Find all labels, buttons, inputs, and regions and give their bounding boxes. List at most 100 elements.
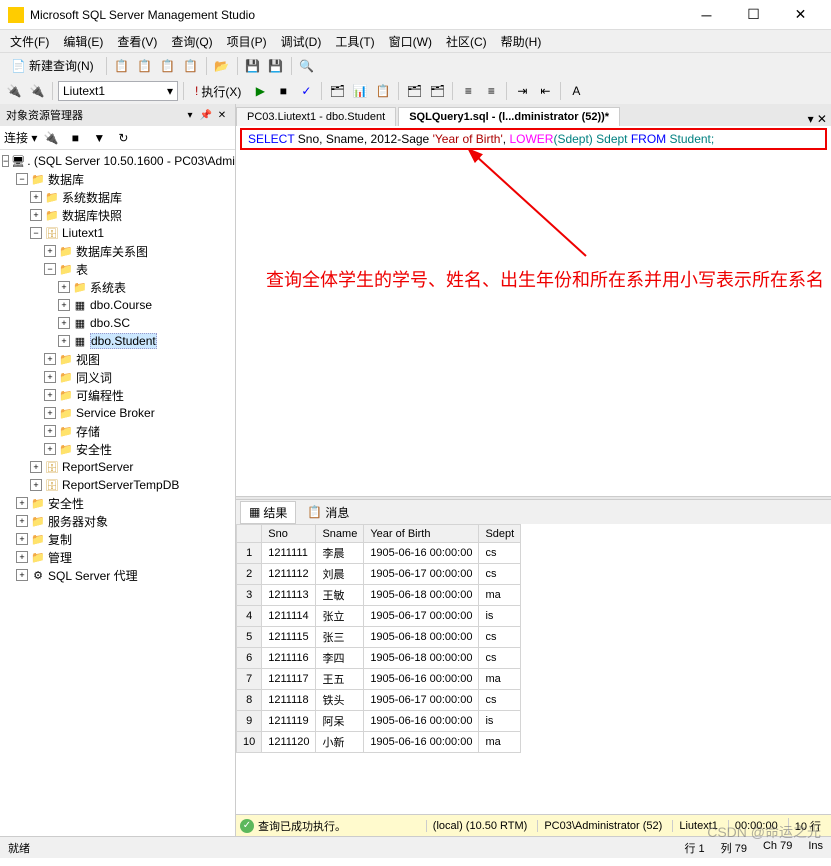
tree-toggle[interactable]: − bbox=[30, 227, 42, 239]
tab-messages[interactable]: 📋消息 bbox=[298, 501, 358, 524]
tree-db-security[interactable]: 安全性 bbox=[76, 441, 112, 458]
save-all-button[interactable]: 💾 bbox=[266, 56, 286, 76]
table-row[interactable]: 2 1211112 刘晨 1905-06-17 00:00:00 cs bbox=[237, 564, 521, 585]
tree-db-liutext1[interactable]: Liutext1 bbox=[62, 226, 104, 240]
filter-icon[interactable]: ▼ bbox=[89, 128, 109, 148]
tree-replication[interactable]: 复制 bbox=[48, 531, 72, 548]
tree-storage[interactable]: 存储 bbox=[76, 423, 100, 440]
tree-server[interactable]: . (SQL Server 10.50.1600 - PC03\Administ… bbox=[27, 154, 235, 168]
table-row[interactable]: 4 1211114 张立 1905-06-17 00:00:00 is bbox=[237, 606, 521, 627]
maximize-button[interactable]: ☐ bbox=[731, 4, 776, 26]
indent-button[interactable]: ⇥ bbox=[512, 81, 532, 101]
tree-toggle[interactable]: + bbox=[16, 551, 28, 563]
menu-help[interactable]: 帮助(H) bbox=[495, 31, 548, 52]
tree-table-sc[interactable]: dbo.SC bbox=[90, 316, 130, 330]
connect-icon-2[interactable]: ■ bbox=[65, 128, 85, 148]
tree-toggle[interactable]: + bbox=[30, 191, 42, 203]
tree-db-reportserver[interactable]: ReportServer bbox=[62, 460, 133, 474]
toolbar-btn-1[interactable]: 📋 bbox=[112, 56, 132, 76]
tree-sys-tables[interactable]: 系统表 bbox=[90, 279, 126, 296]
col-sname[interactable]: Sname bbox=[316, 525, 364, 543]
table-row[interactable]: 8 1211118 铁头 1905-06-17 00:00:00 cs bbox=[237, 690, 521, 711]
tree-toggle[interactable]: + bbox=[58, 299, 70, 311]
parse-button[interactable]: ✓ bbox=[296, 81, 316, 101]
tree-tables[interactable]: 表 bbox=[76, 261, 88, 278]
tree-toggle[interactable]: + bbox=[16, 569, 28, 581]
tb-icon-a[interactable]: 🗂 bbox=[327, 81, 347, 101]
save-button[interactable]: 💾 bbox=[243, 56, 263, 76]
table-row[interactable]: 7 1211117 王五 1905-06-16 00:00:00 ma bbox=[237, 669, 521, 690]
sql-code[interactable]: SELECT Sno, Sname, 2012-Sage 'Year of Bi… bbox=[240, 128, 827, 150]
table-row[interactable]: 6 1211116 李四 1905-06-18 00:00:00 cs bbox=[237, 648, 521, 669]
tree-synonyms[interactable]: 同义词 bbox=[76, 369, 112, 386]
tree-toggle[interactable]: − bbox=[2, 155, 9, 167]
toolbar-btn-4[interactable]: 📋 bbox=[181, 56, 201, 76]
tree-table-course[interactable]: dbo.Course bbox=[90, 298, 152, 312]
open-button[interactable]: 📂 bbox=[212, 56, 232, 76]
tree-toggle[interactable]: + bbox=[16, 515, 28, 527]
tb-icon-d[interactable]: 🗂 bbox=[404, 81, 424, 101]
refresh-icon[interactable]: ↻ bbox=[113, 128, 133, 148]
tree-toggle[interactable]: + bbox=[30, 461, 42, 473]
menu-tools[interactable]: 工具(T) bbox=[329, 31, 380, 52]
connect-icon-1[interactable]: 🔌 bbox=[41, 128, 61, 148]
table-row[interactable]: 10 1211120 小新 1905-06-16 00:00:00 ma bbox=[237, 732, 521, 753]
tree-views[interactable]: 视图 bbox=[76, 351, 100, 368]
menu-query[interactable]: 查询(Q) bbox=[165, 31, 218, 52]
tree-toggle[interactable]: + bbox=[44, 425, 56, 437]
tb-icon-c[interactable]: 📋 bbox=[373, 81, 393, 101]
tree-toggle[interactable]: + bbox=[58, 281, 70, 293]
execute-button[interactable]: ! 执行(X) bbox=[189, 81, 247, 102]
tab-sqlquery1[interactable]: SQLQuery1.sql - (l...dministrator (52))* bbox=[398, 107, 620, 126]
debug-button[interactable]: ▶ bbox=[250, 81, 270, 101]
tree-toggle[interactable]: + bbox=[44, 245, 56, 257]
table-row[interactable]: 1 1211111 李晨 1905-06-16 00:00:00 cs bbox=[237, 543, 521, 564]
table-row[interactable]: 3 1211113 王敏 1905-06-18 00:00:00 ma bbox=[237, 585, 521, 606]
tree-management[interactable]: 管理 bbox=[48, 549, 72, 566]
menu-debug[interactable]: 调试(D) bbox=[275, 31, 328, 52]
connect-button[interactable]: 连接 ▾ bbox=[4, 129, 37, 146]
tree-snapshots[interactable]: 数据库快照 bbox=[62, 207, 122, 224]
col-sdept[interactable]: Sdept bbox=[479, 525, 521, 543]
comment-button[interactable]: ≡ bbox=[458, 81, 478, 101]
sql-editor[interactable]: SELECT Sno, Sname, 2012-Sage 'Year of Bi… bbox=[236, 126, 831, 496]
tree-toggle[interactable]: + bbox=[44, 353, 56, 365]
menu-project[interactable]: 项目(P) bbox=[221, 31, 273, 52]
tree-security[interactable]: 安全性 bbox=[48, 495, 84, 512]
tab-dropdown-icon[interactable]: ▾ ✕ bbox=[804, 112, 831, 126]
object-tree[interactable]: −🖥. (SQL Server 10.50.1600 - PC03\Admini… bbox=[0, 150, 235, 836]
menu-view[interactable]: 查看(V) bbox=[111, 31, 163, 52]
tree-db-reportservertempdb[interactable]: ReportServerTempDB bbox=[62, 478, 179, 492]
tree-toggle[interactable]: + bbox=[44, 371, 56, 383]
close-button[interactable]: ✕ bbox=[778, 4, 823, 26]
tree-toggle[interactable]: + bbox=[30, 479, 42, 491]
panel-pin-icon[interactable]: 📌 bbox=[199, 108, 213, 122]
tree-programmability[interactable]: 可编程性 bbox=[76, 387, 124, 404]
table-row[interactable]: 9 1211119 阿呆 1905-06-16 00:00:00 is bbox=[237, 711, 521, 732]
tree-toggle[interactable]: + bbox=[58, 335, 70, 347]
tree-agent[interactable]: SQL Server 代理 bbox=[48, 567, 138, 584]
tree-diagrams[interactable]: 数据库关系图 bbox=[76, 243, 148, 260]
toolbar-connect-icon[interactable]: 🔌 bbox=[4, 81, 24, 101]
table-row[interactable]: 5 1211115 张三 1905-06-18 00:00:00 cs bbox=[237, 627, 521, 648]
panel-dropdown-icon[interactable]: ▾ bbox=[183, 108, 197, 122]
tree-sys-db[interactable]: 系统数据库 bbox=[62, 189, 122, 206]
tree-databases[interactable]: 数据库 bbox=[48, 171, 84, 188]
toolbar-disconnect-icon[interactable]: 🔌 bbox=[27, 81, 47, 101]
tab-student-table[interactable]: PC03.Liutext1 - dbo.Student bbox=[236, 107, 396, 126]
tree-table-student[interactable]: dbo.Student bbox=[90, 333, 157, 349]
results-grid[interactable]: Sno Sname Year of Birth Sdept 1 1211111 … bbox=[236, 524, 831, 814]
minimize-button[interactable]: ─ bbox=[684, 4, 729, 26]
tree-toggle[interactable]: + bbox=[44, 389, 56, 401]
tree-toggle[interactable]: − bbox=[44, 263, 56, 275]
outdent-button[interactable]: ⇤ bbox=[535, 81, 555, 101]
tab-results[interactable]: ▦结果 bbox=[240, 501, 296, 524]
col-yob[interactable]: Year of Birth bbox=[364, 525, 479, 543]
menu-window[interactable]: 窗口(W) bbox=[383, 31, 438, 52]
database-selector[interactable]: Liutext1 ▾ bbox=[58, 81, 178, 101]
panel-close-icon[interactable]: ✕ bbox=[215, 108, 229, 122]
menu-community[interactable]: 社区(C) bbox=[440, 31, 493, 52]
tb-icon-b[interactable]: 📊 bbox=[350, 81, 370, 101]
tree-toggle[interactable]: + bbox=[16, 533, 28, 545]
tree-toggle[interactable]: + bbox=[44, 443, 56, 455]
